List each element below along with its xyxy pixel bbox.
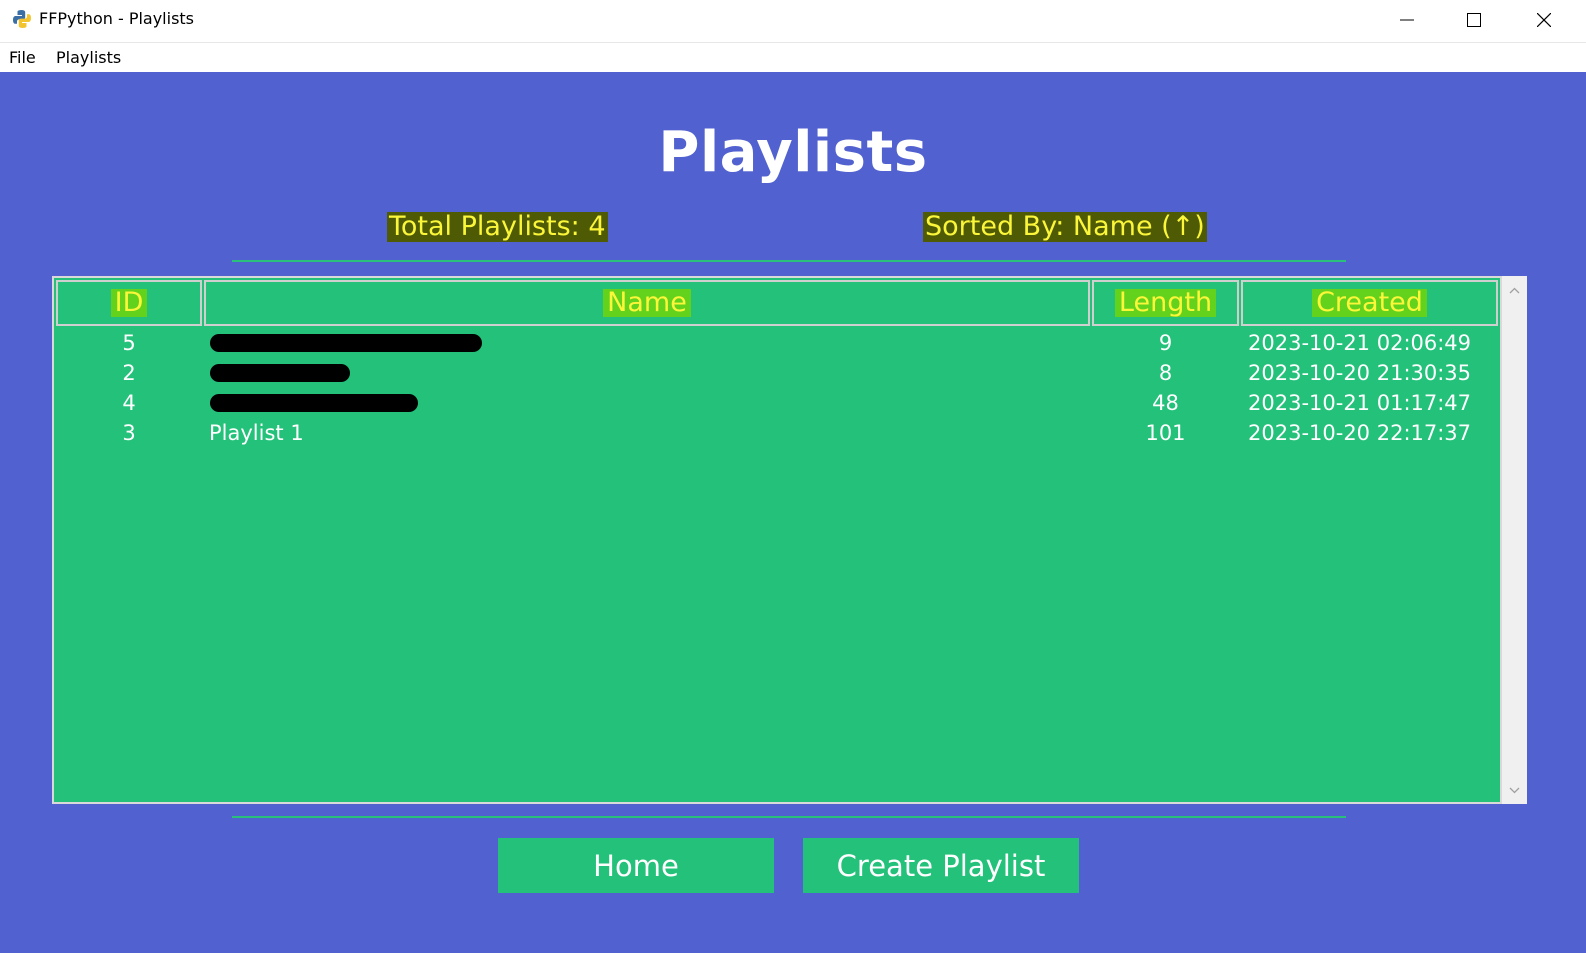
redaction-mark	[210, 364, 350, 382]
scroll-down-icon[interactable]	[1502, 780, 1527, 800]
table-row[interactable]: 3 Playlist 1 101 2023-10-20 22:17:37	[56, 418, 1498, 448]
cell-length: 9	[1158, 331, 1173, 355]
column-header-created-label: Created	[1312, 289, 1427, 317]
cell-name: Playlist 1	[209, 421, 304, 445]
divider-bottom	[232, 816, 1346, 818]
minimize-icon	[1400, 19, 1414, 21]
menu-playlists[interactable]: Playlists	[56, 48, 121, 67]
menu-bar: File Playlists	[0, 42, 1586, 72]
scroll-up-icon[interactable]	[1502, 280, 1527, 300]
table-row[interactable]: 4 48 2023-10-21 01:17:47	[56, 388, 1498, 418]
table-row[interactable]: 2 8 2023-10-20 21:30:35	[56, 358, 1498, 388]
column-header-id[interactable]: ID	[56, 280, 202, 326]
python-app-icon	[13, 10, 31, 28]
cell-id: 5	[122, 331, 136, 355]
redaction-mark	[210, 394, 418, 412]
cell-created: 2023-10-20 22:17:37	[1248, 421, 1472, 445]
sorted-by-label: Sorted By: Name (↑)	[923, 211, 1207, 242]
cell-created: 2023-10-21 01:17:47	[1248, 391, 1472, 415]
close-icon	[1537, 13, 1551, 27]
title-bar: FFPython - Playlists	[0, 0, 1586, 42]
column-header-id-label: ID	[110, 289, 148, 317]
close-button[interactable]	[1521, 0, 1567, 40]
column-header-created[interactable]: Created	[1241, 280, 1498, 326]
maximize-button[interactable]	[1451, 0, 1497, 40]
divider-top	[232, 260, 1346, 262]
playlists-table[interactable]: ID Name Length Created 5 9 2023-10-21 02…	[52, 276, 1502, 804]
redaction-mark	[210, 334, 482, 352]
cell-id: 3	[122, 421, 136, 445]
create-playlist-button[interactable]: Create Playlist	[803, 838, 1079, 893]
minimize-button[interactable]	[1384, 0, 1430, 40]
total-playlists-label: Total Playlists: 4	[387, 211, 608, 242]
home-button[interactable]: Home	[498, 838, 774, 893]
cell-id: 4	[122, 391, 136, 415]
column-header-name[interactable]: Name	[204, 280, 1090, 326]
cell-created: 2023-10-21 02:06:49	[1248, 331, 1472, 355]
cell-length: 101	[1145, 421, 1186, 445]
cell-length: 8	[1158, 361, 1173, 385]
table-scrollbar[interactable]	[1502, 276, 1527, 804]
table-row[interactable]: 5 9 2023-10-21 02:06:49	[56, 328, 1498, 358]
window-title: FFPython - Playlists	[39, 9, 195, 28]
column-header-length-label: Length	[1114, 289, 1217, 317]
menu-file[interactable]: File	[9, 48, 36, 67]
cell-length: 48	[1152, 391, 1179, 415]
main-content: Playlists Total Playlists: 4 Sorted By: …	[0, 72, 1586, 953]
maximize-icon	[1467, 13, 1481, 27]
column-header-name-label: Name	[603, 289, 691, 317]
page-title: Playlists	[658, 120, 928, 185]
column-header-length[interactable]: Length	[1092, 280, 1239, 326]
cell-id: 2	[122, 361, 136, 385]
cell-created: 2023-10-20 21:30:35	[1248, 361, 1472, 385]
